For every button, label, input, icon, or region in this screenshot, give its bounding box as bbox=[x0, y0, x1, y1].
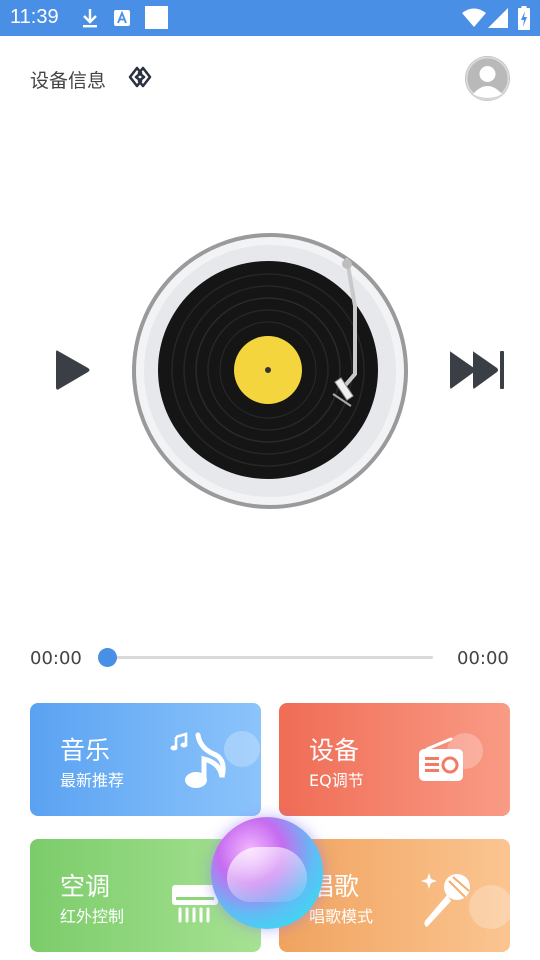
total-time-label: 00:00 bbox=[457, 648, 509, 669]
music-note-icon bbox=[170, 732, 226, 788]
status-bar: 11:39 bbox=[0, 0, 540, 36]
microphone-icon bbox=[421, 873, 470, 927]
device-card[interactable]: 设备 EQ调节 bbox=[279, 703, 510, 816]
music-card-subtitle: 最新推荐 bbox=[60, 771, 125, 790]
signal-icon bbox=[488, 8, 508, 28]
play-icon[interactable] bbox=[52, 346, 92, 394]
download-icon bbox=[83, 9, 97, 28]
next-icon[interactable] bbox=[448, 348, 506, 392]
music-card-title: 音乐 bbox=[60, 736, 111, 765]
device-card-subtitle: EQ调节 bbox=[309, 771, 364, 790]
progress-track[interactable] bbox=[107, 656, 433, 659]
blank-notification-icon bbox=[145, 6, 168, 29]
wifi-icon bbox=[462, 8, 486, 27]
ac-card-title: 空调 bbox=[60, 872, 111, 901]
avatar-icon bbox=[465, 56, 510, 101]
music-card[interactable]: 音乐 最新推荐 bbox=[30, 703, 261, 816]
battery-icon bbox=[518, 6, 530, 30]
device-card-title: 设备 bbox=[309, 736, 360, 765]
device-info-title[interactable]: 设备信息 bbox=[30, 66, 106, 93]
progress-thumb[interactable] bbox=[98, 648, 117, 667]
ac-card-subtitle: 红外控制 bbox=[60, 907, 125, 926]
avatar[interactable] bbox=[465, 56, 510, 101]
link-icon[interactable] bbox=[128, 65, 156, 89]
a-notification-icon bbox=[114, 10, 130, 26]
voice-assistant-button[interactable] bbox=[211, 817, 323, 929]
radio-icon bbox=[419, 737, 463, 781]
voice-assistant-icon bbox=[227, 847, 307, 902]
current-time-label: 00:00 bbox=[30, 648, 82, 669]
status-time: 11:39 bbox=[10, 6, 59, 28]
sing-card-subtitle: 唱歌模式 bbox=[309, 907, 374, 926]
turntable-disc[interactable] bbox=[131, 232, 409, 510]
